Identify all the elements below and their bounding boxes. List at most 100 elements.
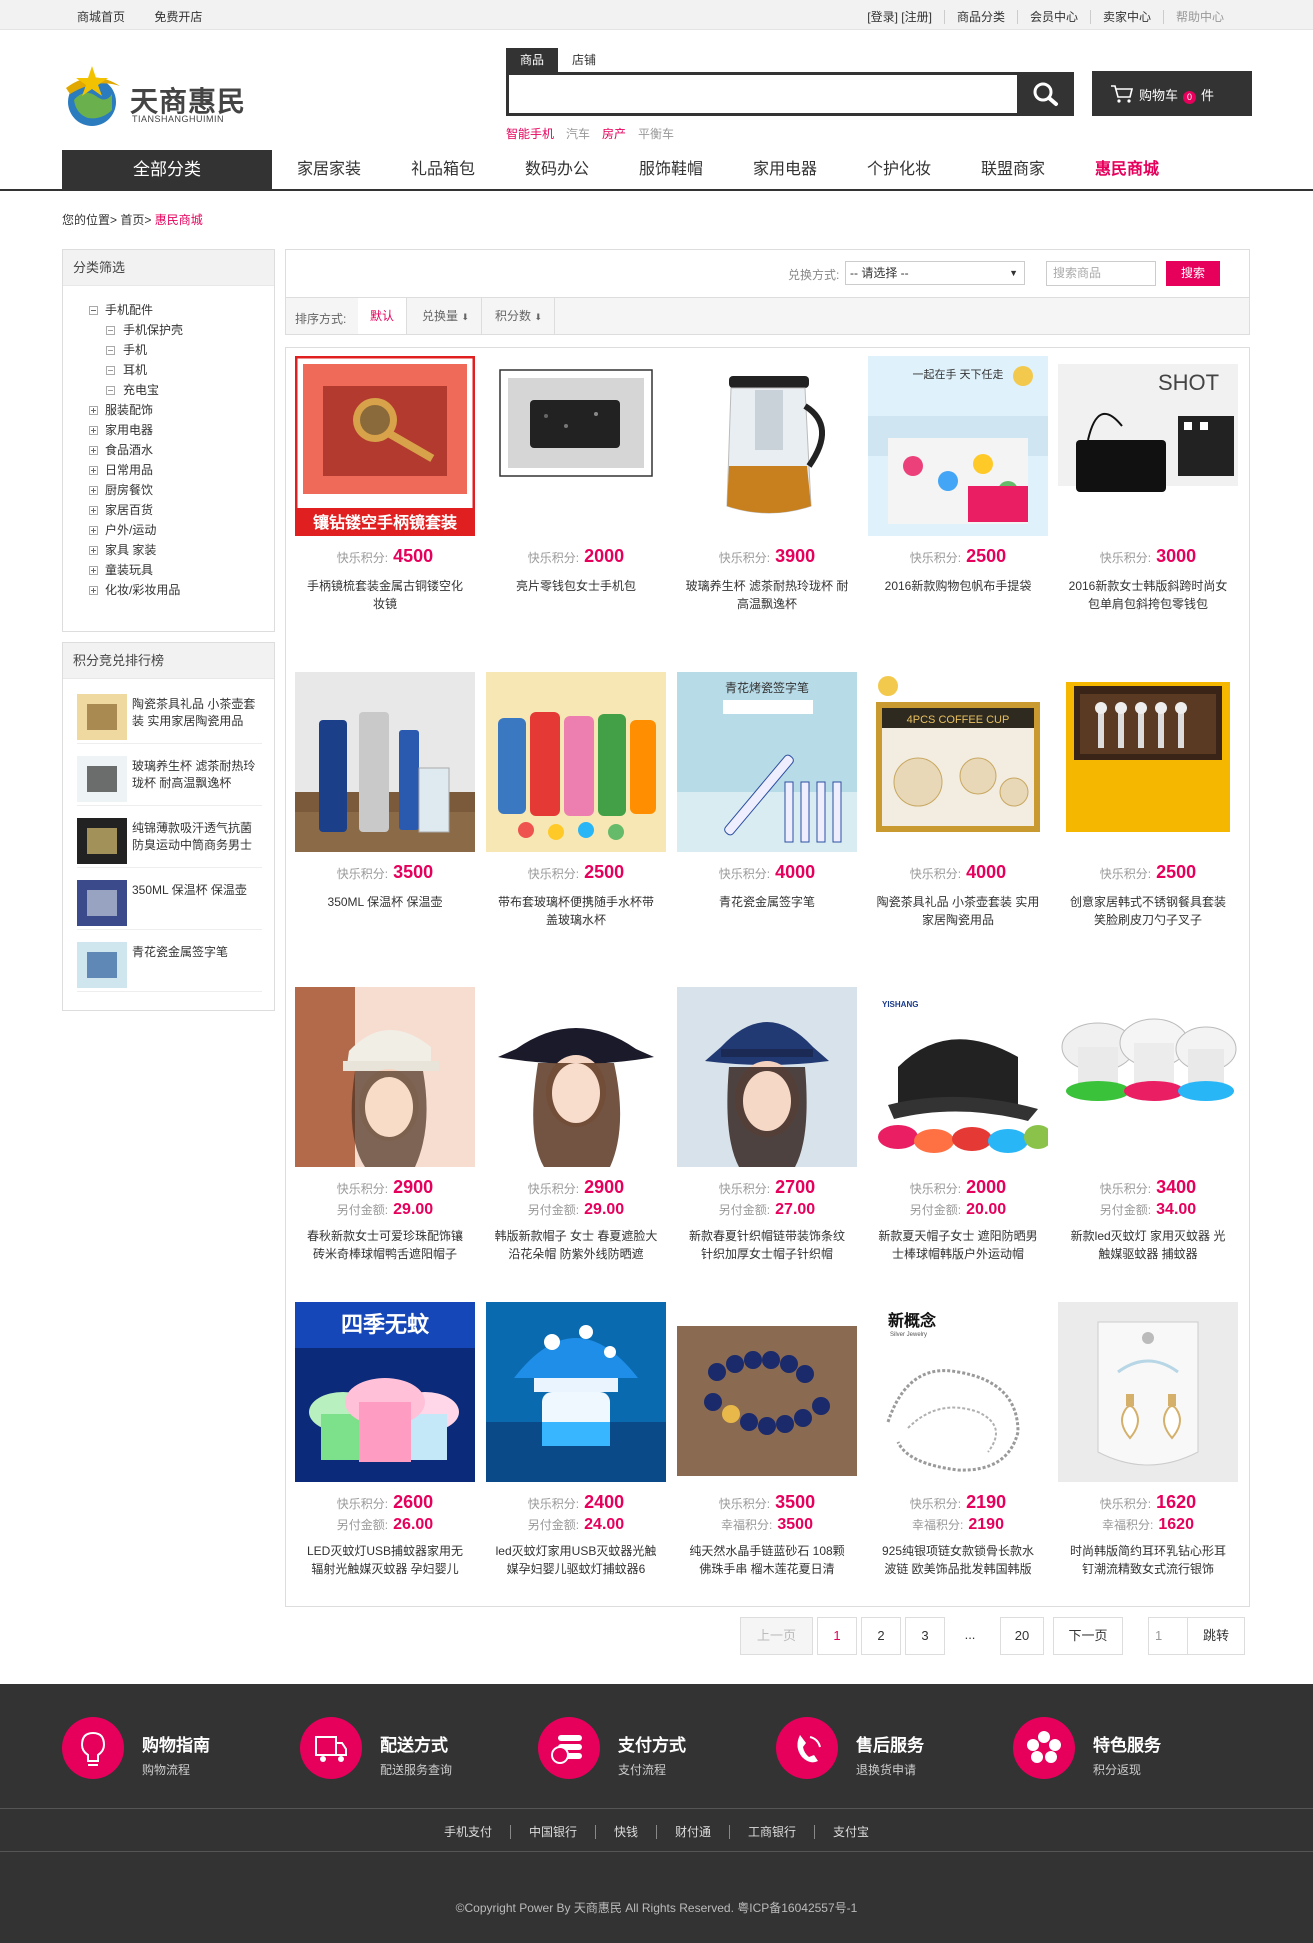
help-center-link[interactable]: 帮助中心 [1162, 10, 1236, 24]
hot-keyword[interactable]: 智能手机 [506, 127, 554, 141]
footer-link[interactable]: 中国银行 [509, 1825, 595, 1839]
sort-points[interactable]: 积分数 ⬇ [483, 298, 555, 334]
product-image[interactable] [677, 987, 857, 1167]
product-name[interactable]: 2016新款女士韩版斜跨时尚女包单肩包斜挎包零钱包 [1066, 577, 1230, 613]
product-image[interactable] [1058, 1302, 1238, 1482]
product-card[interactable]: 快乐积分: 3500 幸福积分: 3500 纯天然水晶手链蓝砂石 108颗佛珠手串 榴木… [677, 1302, 857, 1602]
product-name[interactable]: 韩版新款帽子 女士 春夏遮脸大沿花朵帽 防紫外线防晒遮 [494, 1227, 658, 1263]
expand-icon[interactable] [89, 585, 98, 595]
product-card[interactable]: 4PCS COFFEE CUP 快乐积分: 4000 陶瓷茶具礼品 小茶壶套装 实用家… [868, 672, 1048, 972]
product-name[interactable]: 纯天然水晶手链蓝砂石 108颗佛珠手串 榴木莲花夏日清 [685, 1542, 849, 1578]
tab-goods[interactable]: 商品 [506, 48, 558, 72]
product-name[interactable]: 新款春夏针织帽链带装饰条纹针织加厚女士帽子针织帽 [685, 1227, 849, 1263]
product-image[interactable] [486, 1302, 666, 1482]
nav-item-active[interactable]: 惠民商城 [1070, 150, 1184, 190]
product-image[interactable] [295, 672, 475, 852]
product-name[interactable]: 手柄镜梳套装金属古铜镂空化妆镜 [303, 577, 467, 613]
nav-item[interactable]: 礼品箱包 [386, 150, 500, 190]
product-name[interactable]: 新款led灭蚊灯 家用灭蚊器 光触媒驱蚊器 捕蚊器 [1066, 1227, 1230, 1263]
category-item[interactable]: 家居百货 [89, 500, 183, 520]
exchange-method-select[interactable]: -- 请选择 -- ▼ [845, 261, 1025, 285]
prev-page-button[interactable]: 上一页 [740, 1617, 813, 1655]
product-card[interactable]: 快乐积分: 3500 350ML 保温杯 保温壶 [295, 672, 475, 972]
category-item[interactable]: 耳机 [89, 360, 183, 380]
product-image[interactable]: 一起在手 天下任走 [868, 356, 1048, 536]
nav-item[interactable]: 家用电器 [728, 150, 842, 190]
product-card[interactable]: 一起在手 天下任走 快乐积分: 2500 2016新款购物包帆布手提袋 [868, 356, 1048, 656]
open-shop-link[interactable]: 免费开店 [154, 10, 202, 24]
category-item[interactable]: 户外/运动 [89, 520, 183, 540]
product-image[interactable] [295, 987, 475, 1167]
site-logo[interactable]: 天商惠民 TIANSHANGHUIMIN [62, 62, 262, 132]
jump-button[interactable]: 跳转 [1187, 1617, 1245, 1655]
ranking-item[interactable]: 350ML 保温杯 保温壶 [77, 880, 262, 930]
footer-link[interactable]: 工商银行 [729, 1825, 815, 1839]
ranking-item[interactable]: 陶瓷茶具礼品 小茶壶套装 实用家居陶瓷用品 [77, 694, 262, 744]
search-button[interactable] [1018, 72, 1074, 116]
product-card[interactable]: YISHANG 快乐积分: 2000 另付金额: 20.00 新款夏天帽子女士 遮阳防晒男… [868, 987, 1048, 1287]
product-card[interactable]: SHOT 快乐积分: 3000 2016新款女士韩版斜跨时尚女包单肩包斜挎包零钱包 [1058, 356, 1238, 656]
footer-link[interactable]: 支付宝 [814, 1825, 888, 1839]
ranking-item[interactable]: 玻璃养生杯 滤茶耐热玲珑杯 耐高温飘逸杯 [77, 756, 262, 806]
product-name[interactable]: 350ML 保温杯 保温壶 [303, 893, 467, 929]
product-card[interactable]: 快乐积分: 2500 带布套玻璃杯便携随手水杯带盖玻璃水杯 [486, 672, 666, 972]
product-name[interactable]: 925纯银项链女款锁骨长款水波链 欧美饰品批发韩国韩版 [876, 1542, 1040, 1578]
product-card[interactable]: 快乐积分: 3900 玻璃养生杯 滤茶耐热玲珑杯 耐高温飘逸杯 [677, 356, 857, 656]
category-item[interactable]: 服装配饰 [89, 400, 183, 420]
page-button[interactable]: 1 [817, 1617, 857, 1655]
product-name[interactable]: 带布套玻璃杯便携随手水杯带盖玻璃水杯 [494, 893, 658, 929]
service-item[interactable]: 特色服务 积分返现 [1013, 1717, 1213, 1782]
category-item[interactable]: 日常用品 [89, 460, 183, 480]
login-register-link[interactable]: [登录] [注册] [855, 10, 944, 24]
ranking-thumbnail[interactable] [77, 942, 127, 988]
product-card[interactable]: 镶钻镂空手柄镜套装 快乐积分: 4500 手柄镜梳套装金属古铜镂空化妆镜 [295, 356, 475, 656]
product-image[interactable]: 4PCS COFFEE CUP [868, 672, 1048, 852]
product-image[interactable]: 四季无蚊 [295, 1302, 475, 1482]
category-item[interactable]: 家具 家装 [89, 540, 183, 560]
product-image[interactable] [486, 672, 666, 852]
category-item[interactable]: 手机 [89, 340, 183, 360]
product-image[interactable] [1058, 987, 1238, 1167]
product-name[interactable]: led灭蚊灯家用USB灭蚊器光触媒孕妇婴儿驱蚊灯捕蚊器6 [494, 1542, 658, 1578]
product-name[interactable]: 新款夏天帽子女士 遮阳防晒男士棒球帽韩版户外运动帽 [876, 1227, 1040, 1263]
tab-stores[interactable]: 店铺 [558, 48, 610, 72]
nav-item[interactable]: 个护化妆 [842, 150, 956, 190]
hot-keyword[interactable]: 汽车 [566, 127, 590, 141]
product-card[interactable]: 快乐积分: 3400 另付金额: 34.00 新款led灭蚊灯 家用灭蚊器 光触媒驱蚊器… [1058, 987, 1238, 1287]
expand-icon[interactable] [89, 565, 98, 575]
ranking-thumbnail[interactable] [77, 694, 127, 740]
product-name[interactable]: 春秋新款女士可爱珍珠配饰镶砖米奇棒球帽鸭舌遮阳帽子 [303, 1227, 467, 1263]
next-page-button[interactable]: 下一页 [1053, 1617, 1123, 1655]
service-item[interactable]: 支付方式 支付流程 [538, 1717, 738, 1782]
product-name[interactable]: 亮片零钱包女士手机包 [494, 577, 658, 613]
product-image[interactable] [486, 987, 666, 1167]
category-item[interactable]: 化妆/彩妆用品 [89, 580, 183, 600]
category-item[interactable]: 充电宝 [89, 380, 183, 400]
product-card[interactable]: 快乐积分: 2700 另付金额: 27.00 新款春夏针织帽链带装饰条纹针织加厚女士帽子… [677, 987, 857, 1287]
jump-page-input[interactable]: 1 [1148, 1617, 1188, 1655]
category-item[interactable]: 手机配件 [89, 300, 183, 320]
mall-home-link[interactable]: 商城首页 [77, 10, 125, 24]
hot-keyword[interactable]: 平衡车 [638, 127, 674, 141]
category-item[interactable]: 食品酒水 [89, 440, 183, 460]
product-name[interactable]: 时尚韩版简约耳环乳钻心形耳钉潮流精致女式流行银饰 [1066, 1542, 1230, 1578]
seller-center-link[interactable]: 卖家中心 [1089, 10, 1163, 24]
expand-icon[interactable] [89, 445, 98, 455]
product-card[interactable]: 快乐积分: 2500 创意家居韩式不锈钢餐具套装 笑脸刷皮刀勺子叉子 [1058, 672, 1238, 972]
expand-icon[interactable] [89, 465, 98, 475]
category-item[interactable]: 童装玩具 [89, 560, 183, 580]
all-categories-button[interactable]: 全部分类 [62, 150, 272, 190]
footer-link[interactable]: 财付通 [656, 1825, 730, 1839]
service-item[interactable]: 售后服务 退换货申请 [776, 1717, 976, 1782]
product-search-button[interactable]: 搜索 [1166, 261, 1220, 286]
cart-button[interactable]: 购物车 0 件 [1092, 71, 1252, 116]
expand-icon[interactable] [89, 505, 98, 515]
expand-icon[interactable] [89, 425, 98, 435]
product-name[interactable]: 青花瓷金属签字笔 [685, 893, 849, 929]
product-image[interactable]: SHOT [1058, 356, 1238, 536]
page-button[interactable]: 3 [905, 1617, 945, 1655]
category-item[interactable]: 家用电器 [89, 420, 183, 440]
footer-link[interactable]: 手机支付 [426, 1825, 510, 1839]
product-card[interactable]: 快乐积分: 2900 另付金额: 29.00 春秋新款女士可爱珍珠配饰镶砖米奇棒球帽鸭舌… [295, 987, 475, 1287]
footer-link[interactable]: 快钱 [594, 1825, 656, 1839]
